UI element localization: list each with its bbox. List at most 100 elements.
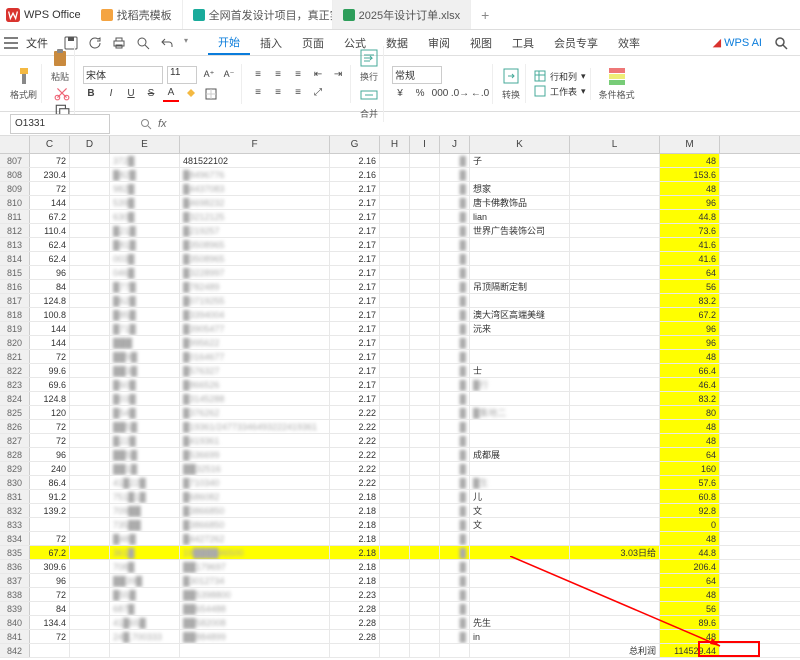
cell[interactable]: █行: [470, 378, 570, 391]
cell[interactable]: █: [440, 476, 470, 489]
cell[interactable]: [410, 336, 440, 349]
cell[interactable]: ██32516: [180, 462, 330, 475]
cell[interactable]: [70, 420, 110, 433]
borders-button[interactable]: [203, 86, 219, 102]
cell[interactable]: [410, 448, 440, 461]
cell[interactable]: [570, 308, 660, 321]
cell[interactable]: 48: [660, 532, 720, 545]
cell[interactable]: 100.8: [30, 308, 70, 321]
cell[interactable]: [380, 532, 410, 545]
cell[interactable]: [380, 196, 410, 209]
row-header[interactable]: 826: [0, 420, 30, 433]
cell[interactable]: █82█: [110, 168, 180, 181]
wrap-text-button[interactable]: 换行: [359, 48, 379, 83]
cell[interactable]: [470, 392, 570, 405]
cell[interactable]: [410, 294, 440, 307]
cell[interactable]: █85█: [110, 308, 180, 321]
cell[interactable]: █: [440, 616, 470, 629]
cell[interactable]: [470, 350, 570, 363]
cell[interactable]: █: [440, 574, 470, 587]
cell[interactable]: [570, 364, 660, 377]
rowcol-button[interactable]: 行和列▾: [534, 70, 586, 83]
cell[interactable]: 唐卡佛教饰品: [470, 196, 570, 209]
cell[interactable]: [70, 322, 110, 335]
cell[interactable]: [70, 392, 110, 405]
cell[interactable]: [380, 462, 410, 475]
cell[interactable]: █3866850: [180, 518, 330, 531]
cell[interactable]: 708█: [110, 560, 180, 573]
cell[interactable]: 124.8: [30, 392, 70, 405]
cell[interactable]: 成都展: [470, 448, 570, 461]
cell[interactable]: [470, 168, 570, 181]
row-header[interactable]: 841: [0, 630, 30, 643]
cell[interactable]: 67.2: [30, 210, 70, 223]
cell[interactable]: [470, 252, 570, 265]
currency-button[interactable]: ¥: [392, 86, 408, 102]
cell[interactable]: lian: [470, 210, 570, 223]
cell[interactable]: 72: [30, 350, 70, 363]
cell[interactable]: [570, 168, 660, 181]
ribbon-tab-6[interactable]: 视图: [460, 30, 502, 55]
cell[interactable]: [70, 364, 110, 377]
cell[interactable]: [410, 588, 440, 601]
cell[interactable]: 2.17: [330, 196, 380, 209]
cell[interactable]: 64: [660, 266, 720, 279]
cell[interactable]: [470, 420, 570, 433]
cell[interactable]: [70, 644, 110, 657]
cell[interactable]: 134.4: [30, 616, 70, 629]
cell[interactable]: 630█: [110, 210, 180, 223]
cell[interactable]: █: [440, 448, 470, 461]
convert-button[interactable]: 转换: [501, 66, 521, 101]
cell[interactable]: [70, 546, 110, 559]
cell[interactable]: 2.17: [330, 182, 380, 195]
row-header[interactable]: 817: [0, 294, 30, 307]
cell[interactable]: 想家: [470, 182, 570, 195]
cell[interactable]: [70, 224, 110, 237]
cell[interactable]: █3228997: [180, 266, 330, 279]
cell[interactable]: 309.6: [30, 560, 70, 573]
cell[interactable]: █0164677: [180, 350, 330, 363]
cell[interactable]: 84: [30, 602, 70, 615]
cell[interactable]: 206.4: [660, 560, 720, 573]
cell[interactable]: [380, 476, 410, 489]
cell[interactable]: █3866850: [180, 504, 330, 517]
format-painter-button[interactable]: 格式刷: [10, 66, 37, 101]
cell[interactable]: 56: [660, 280, 720, 293]
cell[interactable]: 2.17: [330, 280, 380, 293]
cell[interactable]: 41.6: [660, 238, 720, 251]
cell[interactable]: [180, 644, 330, 657]
row-header[interactable]: 812: [0, 224, 30, 237]
cell[interactable]: [570, 224, 660, 237]
cell[interactable]: 48: [660, 154, 720, 167]
ribbon-tab-9[interactable]: 效率: [608, 30, 650, 55]
cell[interactable]: [570, 392, 660, 405]
cut-icon[interactable]: [54, 85, 70, 101]
cell[interactable]: [70, 336, 110, 349]
qat-chevron-icon[interactable]: ▾: [184, 36, 188, 50]
cell[interactable]: 69.6: [30, 378, 70, 391]
row-header[interactable]: 838: [0, 588, 30, 601]
cell[interactable]: [570, 616, 660, 629]
cell[interactable]: [70, 490, 110, 503]
cell[interactable]: [70, 210, 110, 223]
indent-increase-button[interactable]: ⇥: [330, 67, 346, 83]
cell[interactable]: 64: [660, 574, 720, 587]
cell[interactable]: █: [440, 182, 470, 195]
cell[interactable]: 84: [30, 280, 70, 293]
cell[interactable]: [70, 532, 110, 545]
cell[interactable]: [410, 280, 440, 293]
cell[interactable]: [380, 182, 410, 195]
row-header[interactable]: 830: [0, 476, 30, 489]
cell[interactable]: 2.22: [330, 420, 380, 433]
cell[interactable]: ██179697: [180, 560, 330, 573]
cell[interactable]: █生: [470, 476, 570, 489]
cell[interactable]: [410, 476, 440, 489]
cell[interactable]: 709██: [110, 504, 180, 517]
cell[interactable]: 91.2: [30, 490, 70, 503]
merge-cells-button[interactable]: 合并: [359, 85, 379, 120]
cell[interactable]: [380, 294, 410, 307]
cell[interactable]: [30, 518, 70, 531]
cell[interactable]: [410, 560, 440, 573]
cell[interactable]: 子: [470, 154, 570, 167]
cell[interactable]: 先生: [470, 616, 570, 629]
